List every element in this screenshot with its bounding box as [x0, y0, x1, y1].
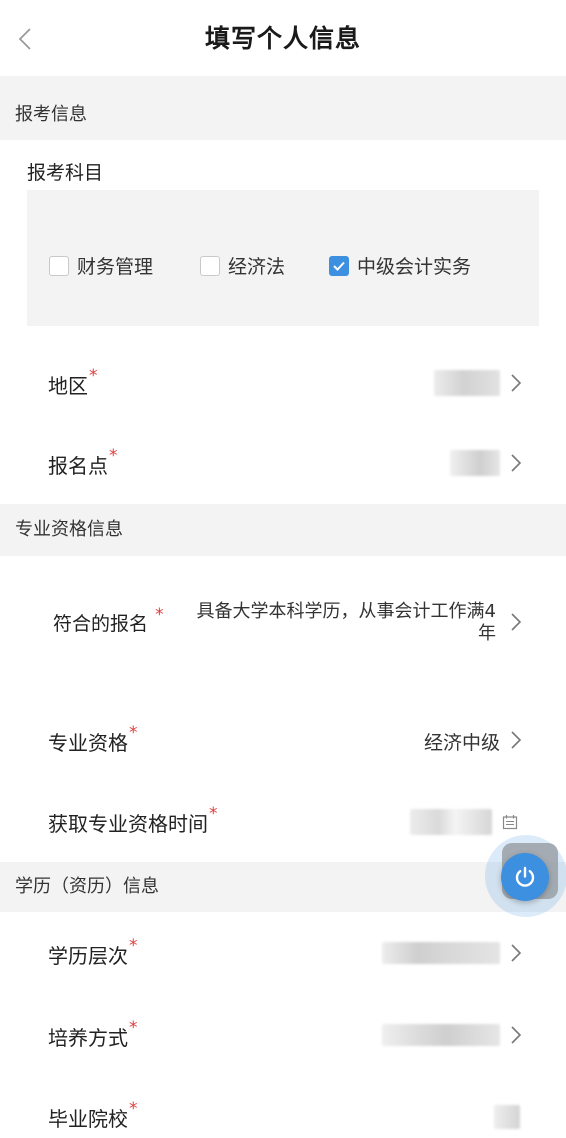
- chevron-right-icon: [511, 731, 522, 749]
- subject-label: 财务管理: [77, 256, 154, 278]
- required-mark: *: [209, 804, 218, 824]
- training-mode-label: 培养方式*: [48, 1018, 138, 1050]
- section-header-exam: 报考信息: [0, 76, 566, 140]
- required-mark: *: [89, 366, 98, 386]
- region-row[interactable]: 地区*: [0, 342, 566, 422]
- subject-label: 经济法: [228, 256, 286, 278]
- qualification-row[interactable]: 专业资格* 经济中级: [0, 700, 566, 780]
- subject-label: 中级会计实务: [357, 256, 472, 278]
- subjects-label: 报考科目: [27, 162, 104, 184]
- section-header-education: 学历（资历）信息: [0, 862, 566, 912]
- site-value-redacted: [450, 450, 500, 476]
- qualification-time-value-redacted: [410, 809, 492, 835]
- required-mark: *: [129, 1099, 138, 1119]
- chevron-left-icon: [18, 28, 31, 50]
- chevron-right-icon: [511, 454, 522, 472]
- site-row[interactable]: 报名点*: [0, 422, 566, 502]
- subjects-box: 财务管理 经济法 中级会计实务: [27, 190, 539, 326]
- subject-checkbox-intermediate-accounting[interactable]: 中级会计实务: [329, 252, 471, 279]
- checkbox-checked-icon: [329, 255, 349, 276]
- chevron-right-icon: [511, 374, 522, 392]
- eligibility-value: 具备大学本科学历，从事会计工作满4 年: [196, 601, 496, 644]
- required-mark: *: [129, 936, 138, 956]
- checkbox-unchecked-icon: [49, 255, 69, 276]
- back-button[interactable]: [10, 22, 40, 56]
- school-value-redacted: [494, 1105, 520, 1129]
- required-mark: *: [129, 723, 138, 743]
- eligibility-label: 符合的报名 *: [53, 605, 164, 635]
- school-label: 毕业院校*: [48, 1099, 138, 1131]
- page-title: 填写个人信息: [204, 24, 361, 53]
- school-row[interactable]: 毕业院校*: [0, 1076, 566, 1138]
- training-mode-row[interactable]: 培养方式*: [0, 994, 566, 1074]
- site-label: 报名点*: [48, 446, 118, 478]
- section-header-qualification: 专业资格信息: [0, 504, 566, 556]
- calendar-icon: [502, 815, 518, 830]
- qualification-value: 经济中级: [423, 732, 500, 754]
- education-level-row[interactable]: 学历层次*: [0, 912, 566, 992]
- required-mark: *: [129, 1018, 138, 1038]
- region-label: 地区*: [48, 366, 98, 398]
- chevron-right-icon: [511, 944, 522, 962]
- region-value-redacted: [434, 370, 500, 396]
- qualification-time-label: 获取专业资格时间*: [48, 804, 218, 836]
- floating-power-button[interactable]: [501, 853, 549, 901]
- chevron-right-icon: [511, 613, 522, 631]
- qualification-time-row[interactable]: 获取专业资格时间*: [0, 782, 566, 862]
- education-level-value-redacted: [382, 942, 500, 964]
- qualification-label: 专业资格*: [48, 723, 138, 755]
- education-level-label: 学历层次*: [48, 936, 138, 968]
- power-icon: [515, 866, 535, 887]
- subject-checkbox-economic-law[interactable]: 经济法: [200, 252, 285, 279]
- required-mark: *: [109, 446, 118, 466]
- training-mode-value-redacted: [382, 1024, 500, 1046]
- checkbox-unchecked-icon: [200, 255, 220, 276]
- subject-checkbox-financial-management[interactable]: 财务管理: [49, 252, 153, 279]
- required-mark: *: [155, 605, 164, 625]
- chevron-right-icon: [511, 1026, 522, 1044]
- eligibility-row[interactable]: 符合的报名 * 具备大学本科学历，从事会计工作满4 年: [0, 556, 566, 690]
